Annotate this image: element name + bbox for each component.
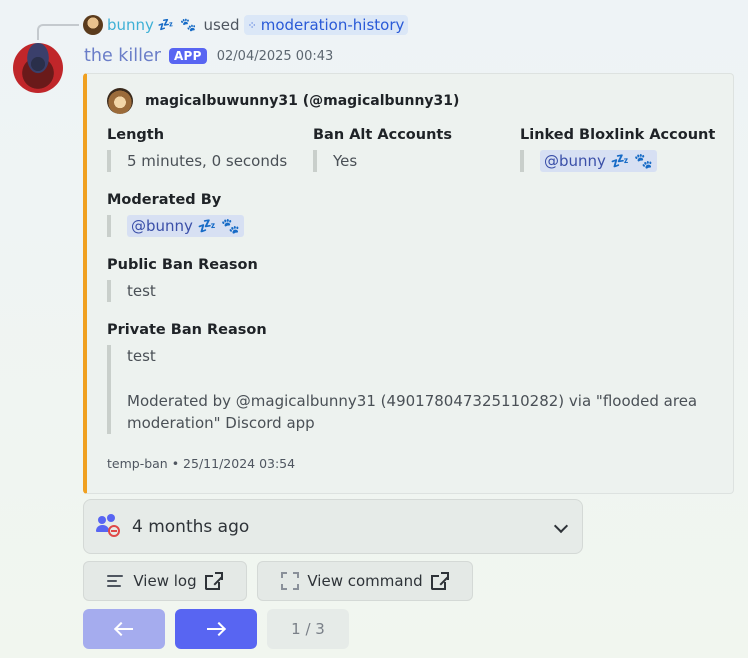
- view-log-label: View log: [133, 572, 197, 590]
- message-header: the killer APP 02/04/2025 00:43: [84, 44, 333, 68]
- reply-avatar[interactable]: [83, 15, 103, 35]
- history-select[interactable]: 4 months ago: [83, 499, 583, 554]
- app-command-icon: ⁘: [247, 18, 257, 32]
- user-mention[interactable]: @bunny 💤 🐾: [540, 150, 657, 172]
- field-name: Public Ban Reason: [107, 257, 258, 273]
- embed-footer: temp-ban • 25/11/2024 03:54: [107, 456, 296, 471]
- message-timestamp: 02/04/2025 00:43: [216, 48, 334, 64]
- field-value: test: [107, 280, 258, 302]
- user-mention[interactable]: @bunny 💤 🐾: [127, 215, 244, 237]
- page-indicator: 1 / 3: [267, 609, 349, 649]
- field-linked-account: Linked Bloxlink Account @bunny 💤 🐾: [520, 127, 715, 172]
- field-name: Linked Bloxlink Account: [520, 127, 716, 143]
- field-value: @bunny 💤 🐾: [520, 150, 715, 172]
- author-avatar[interactable]: [13, 43, 63, 93]
- reply-header: bunny 💤 🐾 used ⁘ moderation-history: [83, 14, 409, 36]
- previous-page-button[interactable]: [83, 609, 165, 649]
- field-name: Ban Alt Accounts: [313, 127, 452, 143]
- reply-connector: [37, 24, 79, 40]
- reply-username-deco: 💤 🐾: [157, 17, 198, 33]
- app-badge: APP: [168, 48, 207, 64]
- arrow-left-icon: [113, 621, 134, 637]
- field-value: test Moderated by @magicalbunny31 (49017…: [107, 345, 707, 434]
- select-value: 4 months ago: [132, 516, 250, 537]
- field-public-reason: Public Ban Reason test: [107, 257, 258, 302]
- embed-author-avatar: [107, 88, 133, 114]
- field-name: Private Ban Reason: [107, 322, 267, 338]
- chevron-down-icon: [554, 521, 566, 533]
- field-value: Yes: [313, 150, 452, 172]
- field-ban-alt: Ban Alt Accounts Yes: [313, 127, 452, 172]
- private-reason-line: moderation" Discord app: [127, 414, 315, 432]
- view-log-button[interactable]: View log: [83, 561, 247, 601]
- field-moderated-by: Moderated By @bunny 💤 🐾: [107, 192, 244, 237]
- view-command-button[interactable]: View command: [257, 561, 473, 601]
- field-private-reason: Private Ban Reason test Moderated by @ma…: [107, 322, 707, 434]
- embed-author: magicalbuwunny31 (@magicalbunny31): [107, 88, 459, 114]
- reply-username[interactable]: bunny: [107, 16, 154, 34]
- view-command-label: View command: [307, 572, 423, 590]
- field-name: Moderated By: [107, 192, 222, 208]
- external-link-icon: [430, 572, 449, 590]
- next-page-button[interactable]: [175, 609, 257, 649]
- field-value: 5 minutes, 0 seconds: [107, 150, 287, 172]
- private-reason-line: test: [127, 347, 156, 365]
- private-reason-line: Moderated by @magicalbunny31 (4901780473…: [127, 392, 698, 410]
- log-icon: [107, 574, 125, 588]
- embed-card: magicalbuwunny31 (@magicalbunny31) Lengt…: [83, 73, 734, 494]
- external-link-icon: [204, 572, 223, 590]
- field-value: @bunny 💤 🐾: [107, 215, 244, 237]
- arrow-right-icon: [206, 621, 227, 637]
- reply-used-text: used: [203, 16, 240, 34]
- command-mention[interactable]: ⁘ moderation-history: [243, 15, 409, 35]
- author-name[interactable]: the killer: [84, 46, 161, 66]
- command-icon: [281, 572, 300, 590]
- field-length: Length 5 minutes, 0 seconds: [107, 127, 287, 172]
- embed-author-name: magicalbuwunny31 (@magicalbunny31): [145, 93, 460, 109]
- user-ban-icon: [96, 513, 122, 540]
- field-name: Length: [107, 127, 165, 143]
- command-name: moderation-history: [260, 16, 405, 34]
